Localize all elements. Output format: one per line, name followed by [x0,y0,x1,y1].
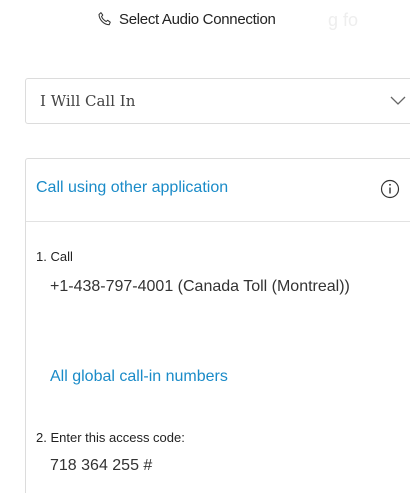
call-in-panel-header: Call using other application [26,159,410,222]
chevron-down-icon [390,96,406,105]
background-text-fragment: g fo [328,10,359,30]
audio-option-value: I Will Call In [40,92,136,110]
call-using-other-app-title[interactable]: Call using other application [36,179,228,197]
audio-connection-dialog: Select Audio Connection g fo I Will Call… [0,0,410,493]
audio-option-select[interactable]: I Will Call In [25,78,410,124]
step-one-label: 1. Call [36,249,73,264]
phone-icon [98,12,111,26]
call-in-panel: Call using other application 1. Call +1-… [25,158,410,493]
step-two-label: 2. Enter this access code: [36,430,185,445]
dialog-title: Select Audio Connection [119,11,276,28]
info-icon[interactable] [380,179,400,199]
global-call-in-numbers-link[interactable]: All global call-in numbers [50,368,228,386]
access-code: 718 364 255 # [50,457,153,474]
dialog-header: Select Audio Connection g fo [0,8,410,34]
call-in-phone-number: +1-438-797-4001 (Canada Toll (Montreal)) [50,278,350,295]
